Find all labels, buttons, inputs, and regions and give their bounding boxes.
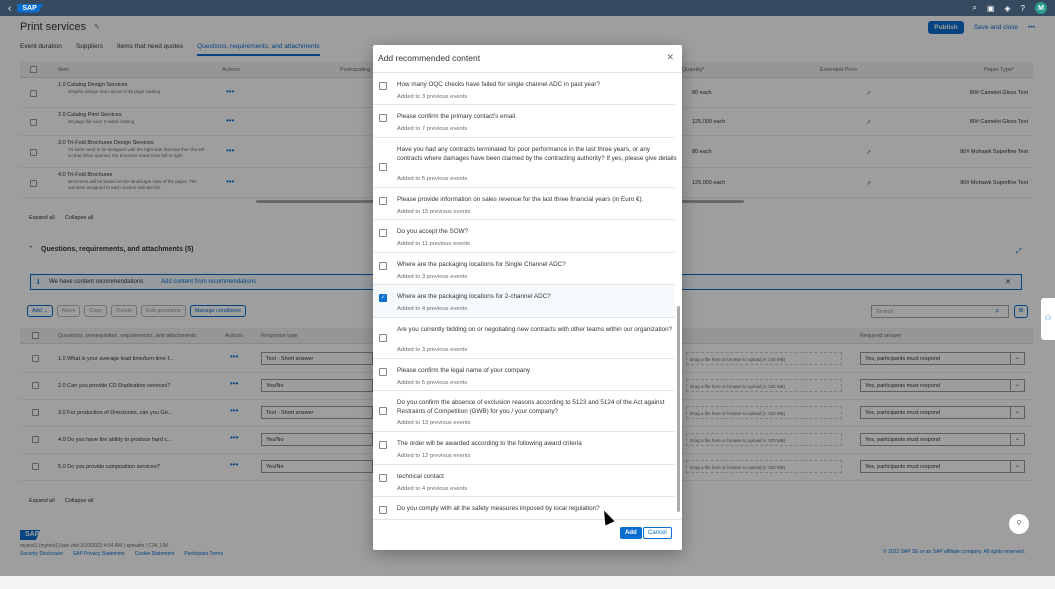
list-item[interactable]: Have you had any contracts terminated fo…: [373, 138, 677, 188]
cart-icon[interactable]: ▣: [987, 4, 995, 13]
list-item[interactable]: Are you currently bidding on or negotiat…: [373, 318, 675, 359]
item-text: technical contact: [397, 473, 444, 480]
list-item[interactable]: Please confirm the primary contact's ema…: [373, 105, 675, 138]
item-text: Are you currently bidding on or negotiat…: [397, 326, 673, 333]
item-text: Do you accept the SOW?: [397, 228, 469, 235]
vertical-scrollbar[interactable]: [677, 306, 680, 512]
item-text: How many OQC checks have failed for sing…: [397, 81, 600, 88]
item-checkbox[interactable]: [379, 368, 387, 376]
item-text: Where are the packaging locations for Si…: [397, 261, 566, 268]
item-checkbox-checked[interactable]: ✓: [379, 294, 387, 302]
item-checkbox[interactable]: [379, 82, 387, 90]
close-icon[interactable]: ✕: [666, 52, 674, 63]
item-text: Where are the packaging locations for 2-…: [397, 293, 551, 300]
back-icon[interactable]: ‹: [8, 3, 11, 14]
list-item-selected[interactable]: ✓ Where are the packaging locations for …: [373, 285, 675, 318]
item-text: The order will be awarded according to t…: [397, 440, 582, 447]
item-meta: Added to 7 previous events: [397, 126, 468, 132]
item-checkbox[interactable]: [379, 262, 387, 270]
item-text: Please confirm the primary contact's ema…: [397, 113, 517, 120]
assistant-button[interactable]: ⚲: [1009, 514, 1029, 534]
item-checkbox[interactable]: [379, 441, 387, 449]
item-meta: Added to 4 previous events: [397, 486, 468, 492]
list-item[interactable]: How many OQC checks have failed for sing…: [373, 73, 675, 105]
item-checkbox[interactable]: [379, 474, 387, 482]
item-checkbox[interactable]: [379, 334, 387, 342]
item-text: Do you confirm the absence of exclusion …: [397, 399, 665, 415]
dialog-footer: Add Cancel: [373, 519, 682, 550]
item-meta: Added to 5 previous events: [397, 380, 468, 386]
list-item[interactable]: technical contact Added to 4 previous ev…: [373, 465, 675, 497]
avatar[interactable]: M: [1035, 2, 1047, 14]
list-item[interactable]: Do you comply with all the safety measur…: [373, 497, 675, 519]
item-checkbox[interactable]: [379, 407, 387, 415]
side-panel-tab[interactable]: ⚇: [1041, 298, 1055, 340]
sap-logo: SAP: [17, 3, 44, 13]
shell-icons: ⌕ ▣ ◈ ? M: [972, 2, 1047, 14]
item-text: Please confirm the legal name of your co…: [397, 367, 531, 374]
add-button[interactable]: Add: [620, 527, 642, 539]
dialog-title: Add recommended content: [378, 53, 481, 63]
item-checkbox[interactable]: [379, 197, 387, 205]
item-text: Do you comply with all the safety measur…: [397, 505, 600, 512]
item-meta: Added to 3 previous events: [397, 274, 468, 280]
list-item[interactable]: Do you confirm the absence of exclusion …: [373, 391, 675, 432]
item-meta: Added to 12 previous events: [397, 453, 471, 459]
list-item[interactable]: Please provide information on sales reve…: [373, 188, 675, 220]
item-meta: Added to 11 previous events: [397, 241, 471, 247]
list-item[interactable]: Do you accept the SOW? Added to 11 previ…: [373, 220, 675, 253]
cancel-button[interactable]: Cancel: [643, 527, 672, 539]
item-meta: Added to 15 previous events: [397, 209, 471, 215]
item-text: Please provide information on sales reve…: [397, 196, 644, 203]
item-text: Have you had any contracts terminated fo…: [397, 146, 677, 162]
add-recommended-content-dialog: Add recommended content ✕ How many OQC c…: [373, 45, 682, 550]
item-meta: Added to 13 previous events: [397, 420, 471, 426]
search-icon[interactable]: ⌕: [972, 3, 976, 13]
item-meta: Added to 3 previous events: [397, 94, 468, 100]
list-item[interactable]: The order will be awarded according to t…: [373, 432, 675, 465]
list-item[interactable]: Please confirm the legal name of your co…: [373, 359, 675, 391]
shell-bar: ‹ SAP ⌕ ▣ ◈ ? M: [0, 0, 1055, 16]
item-checkbox[interactable]: [379, 506, 387, 514]
item-meta: Added to 4 previous events: [397, 306, 468, 312]
item-meta: Added to 5 previous events: [397, 176, 468, 182]
help-icon[interactable]: ?: [1021, 4, 1025, 13]
item-checkbox[interactable]: [379, 163, 387, 171]
list-item[interactable]: Where are the packaging locations for Si…: [373, 253, 675, 285]
recommendation-list[interactable]: How many OQC checks have failed for sing…: [373, 72, 682, 519]
item-checkbox[interactable]: [379, 114, 387, 122]
item-checkbox[interactable]: [379, 229, 387, 237]
item-meta: Added to 3 previous events: [397, 347, 468, 353]
notification-icon[interactable]: ◈: [1004, 4, 1010, 13]
